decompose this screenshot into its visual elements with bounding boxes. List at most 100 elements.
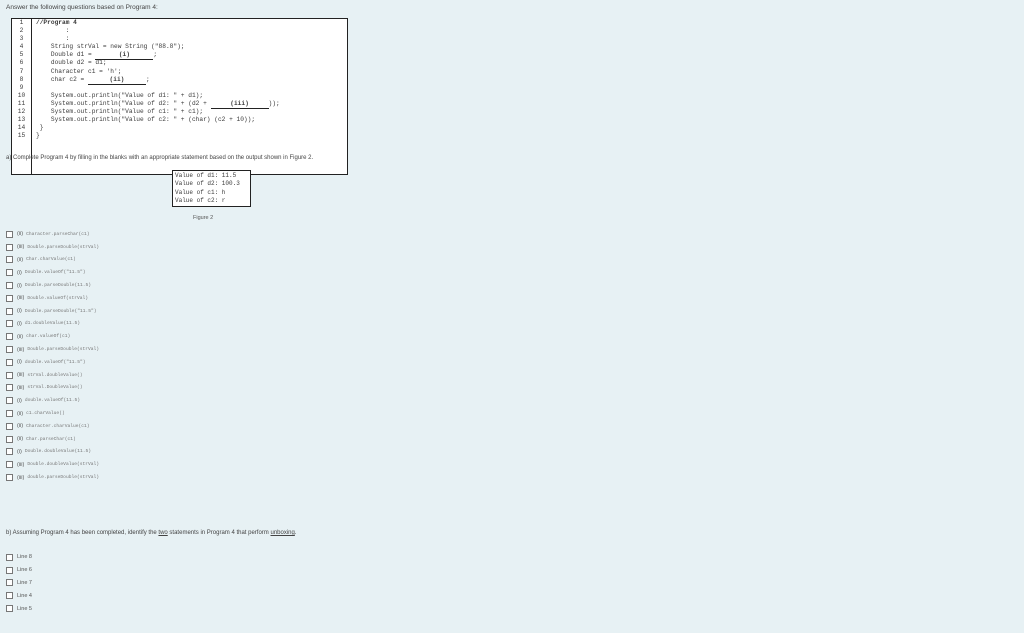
code-line: Double d1 = (i); — [36, 51, 347, 61]
line-number: 14 — [17, 124, 26, 132]
option-a-item[interactable]: (iii) Double.parseDouble(strVal) — [6, 343, 99, 356]
option-code: double.parseDouble(strVal) — [27, 475, 100, 481]
option-a-item[interactable]: (iii) strVal.doubleValue() — [6, 369, 99, 382]
option-a-item[interactable]: (i) Double.doubleValue(11.5) — [6, 446, 99, 459]
line-number-gutter: 1 2 3 4 5 6 7 8 9 10 11 12 13 14 15 — [12, 19, 32, 174]
option-blank-tag: (i) — [17, 320, 22, 327]
option-a-item[interactable]: (ii) Character.charValue(c1) — [6, 420, 99, 433]
program-source: //Program 4 : : String strVal = new Stri… — [32, 19, 347, 174]
checkbox[interactable] — [6, 269, 13, 277]
option-a-item[interactable]: (ii) c1.charValue() — [6, 407, 99, 420]
output-line: Value of d2: 100.3 — [175, 180, 240, 188]
checkbox[interactable] — [6, 592, 13, 600]
checkbox[interactable] — [6, 384, 13, 392]
code-line: char c2 = (ii); — [36, 75, 347, 85]
checkbox[interactable] — [6, 307, 13, 315]
option-blank-tag: (ii) — [17, 423, 24, 430]
code-line: double d2 = d1; — [36, 59, 107, 67]
option-a-item[interactable]: (ii) char.valueOf(c1) — [6, 330, 99, 343]
option-label: Line 4 — [17, 592, 32, 599]
option-a-item[interactable]: (i) Double.parseDouble("11.5") — [6, 305, 99, 318]
option-a-item[interactable]: (ii) Char.parseChar(c1) — [6, 433, 99, 446]
code-line: System.out.println("Value of c2: " + (ch… — [36, 116, 256, 124]
option-blank-tag: (ii) — [17, 256, 24, 263]
line-number: 9 — [19, 83, 24, 91]
line-number: 3 — [19, 35, 24, 43]
option-blank-tag: (iii) — [17, 384, 25, 391]
option-b-item[interactable]: Line 8 — [6, 551, 32, 564]
code-text: ; — [145, 75, 150, 83]
option-code: char.valueOf(c1) — [26, 334, 71, 340]
question-b-emphasis-two: two — [158, 530, 168, 536]
option-b-item[interactable]: Line 6 — [6, 564, 32, 577]
option-a-item[interactable]: (ii) Char.charValue(c1) — [6, 254, 99, 267]
line-number: 13 — [17, 116, 26, 124]
option-code: Character.parseChar(c1) — [26, 231, 90, 237]
line-number: 7 — [19, 67, 24, 75]
option-b-item[interactable]: Line 5 — [6, 602, 32, 615]
checkbox[interactable] — [6, 346, 13, 354]
option-code: Double.parseDouble(strVal) — [27, 244, 100, 250]
checkbox[interactable] — [6, 333, 13, 341]
code-line: : — [36, 35, 70, 43]
checkbox[interactable] — [6, 410, 13, 418]
option-a-item[interactable]: (iii) strVal.DoubleValue() — [6, 382, 99, 395]
checkbox[interactable] — [6, 566, 13, 574]
checkbox[interactable] — [6, 422, 13, 430]
option-label: Line 8 — [17, 554, 32, 561]
option-blank-tag: (iii) — [17, 474, 25, 481]
checkbox[interactable] — [6, 243, 13, 251]
code-text: ; — [153, 51, 158, 59]
checkbox[interactable] — [6, 230, 13, 238]
option-blank-tag: (ii) — [17, 231, 24, 238]
option-a-item[interactable]: (i) double.valueOf("11.5") — [6, 356, 99, 369]
checkbox[interactable] — [6, 282, 13, 290]
checkbox[interactable] — [6, 294, 13, 302]
question-b-emphasis-unboxing: unboxing — [270, 530, 295, 536]
option-code: c1.charValue() — [26, 411, 65, 417]
option-code: Double.valueOf(strVal) — [27, 295, 88, 301]
checkbox[interactable] — [6, 461, 13, 469]
option-a-item[interactable]: (i) Double.parseDouble(11.5) — [6, 279, 99, 292]
code-line: } — [36, 132, 40, 140]
option-a-item[interactable]: (iii) Double.parseDouble(strVal) — [6, 241, 99, 254]
option-blank-tag: (iii) — [17, 461, 25, 468]
question-b-text-pre: b) Assuming Program 4 has been completed… — [6, 530, 159, 536]
option-a-item[interactable]: (iii) Double.valueOf(strVal) — [6, 292, 99, 305]
option-b-item[interactable]: Line 7 — [6, 577, 32, 590]
option-a-item[interactable]: (i) Double.valueOf("11.5") — [6, 266, 99, 279]
checkbox[interactable] — [6, 474, 13, 482]
option-a-item[interactable]: (ii) Character.parseChar(c1) — [6, 228, 99, 241]
option-code: double.valueOf(11.5) — [24, 398, 81, 404]
option-blank-tag: (ii) — [17, 333, 24, 340]
option-a-item[interactable]: (iii) double.parseDouble(strVal) — [6, 471, 99, 484]
checkbox[interactable] — [6, 371, 13, 379]
checkbox[interactable] — [6, 320, 13, 328]
option-a-item[interactable]: (i) d1.doubleValue(11.5) — [6, 318, 99, 331]
option-label: Line 7 — [17, 579, 32, 586]
checkbox[interactable] — [6, 605, 13, 613]
question-b-text-post: . — [294, 530, 297, 536]
line-number: 4 — [19, 43, 24, 51]
checkbox[interactable] — [6, 358, 13, 366]
checkbox[interactable] — [6, 256, 13, 264]
option-code: d1.doubleValue(11.5) — [24, 321, 81, 327]
checkbox[interactable] — [6, 435, 13, 443]
checkbox[interactable] — [6, 579, 13, 587]
code-line: System.out.println("Value of d2: " + (d2… — [36, 100, 347, 110]
option-a-item[interactable]: (i) double.valueOf(11.5) — [6, 394, 99, 407]
code-text: Double d1 = — [36, 51, 96, 59]
line-number: 12 — [17, 108, 26, 116]
option-code: Double.valueOf("11.5") — [24, 270, 86, 276]
checkbox[interactable] — [6, 397, 13, 405]
option-a-item[interactable]: (iii) Double.doubleValue(strVal) — [6, 458, 99, 471]
checkbox[interactable] — [6, 553, 13, 561]
option-b-item[interactable]: Line 4 — [6, 589, 32, 602]
checkbox[interactable] — [6, 448, 13, 456]
option-code: Double.doubleValue(11.5) — [24, 449, 92, 455]
code-line: //Program 4 — [36, 19, 77, 26]
line-number: 8 — [19, 75, 24, 83]
option-blank-tag: (i) — [17, 448, 22, 455]
option-code: strVal.doubleValue() — [27, 372, 83, 378]
